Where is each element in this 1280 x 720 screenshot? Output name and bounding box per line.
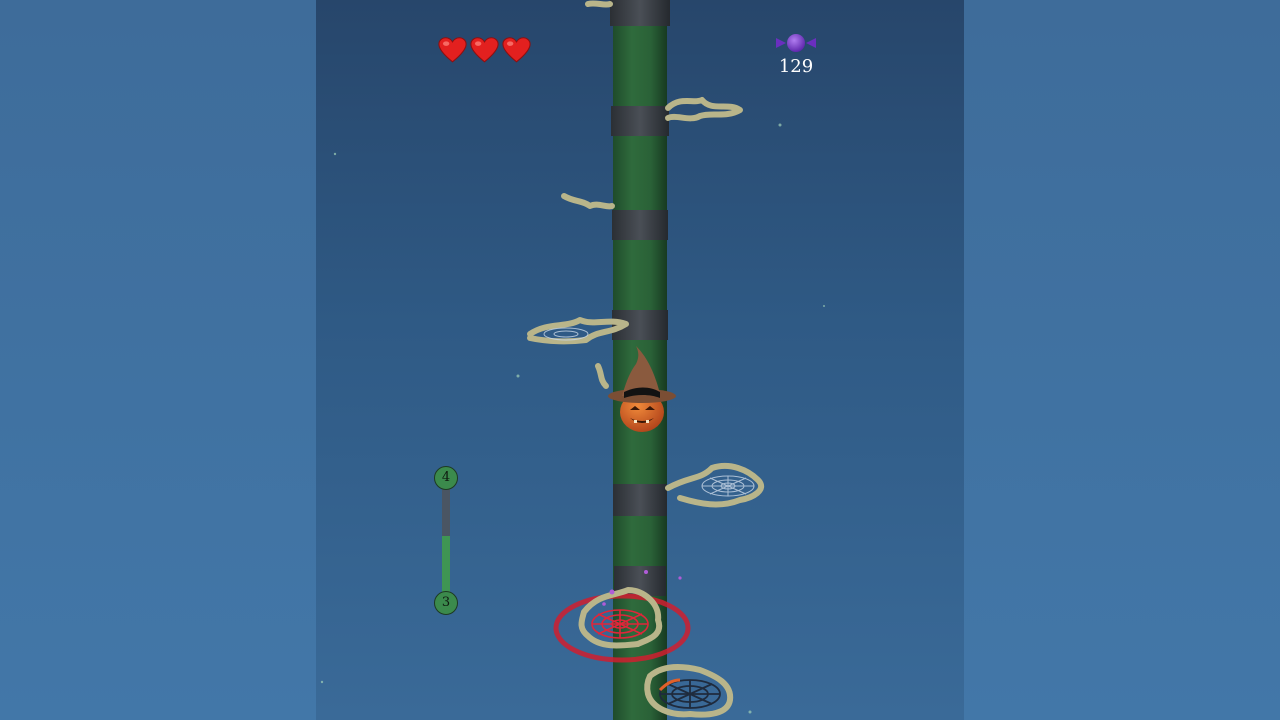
heart-icon (470, 37, 499, 63)
candy-counter: 129 (772, 32, 820, 77)
heart-icon (438, 37, 467, 63)
candy-icon (776, 34, 816, 52)
game-scene (320, 0, 825, 720)
current-level-badge: 3 (434, 591, 458, 615)
tower-band (613, 484, 667, 516)
tower-band (611, 106, 669, 136)
candy-count: 129 (778, 56, 814, 77)
next-level-badge: 4 (434, 466, 458, 490)
heart-icon (502, 37, 531, 63)
level-progress-bar: 4 3 (432, 466, 460, 618)
lives-display (438, 36, 531, 64)
ambient-particles (320, 123, 825, 714)
tower-band (610, 0, 670, 26)
tower-band (612, 210, 668, 240)
